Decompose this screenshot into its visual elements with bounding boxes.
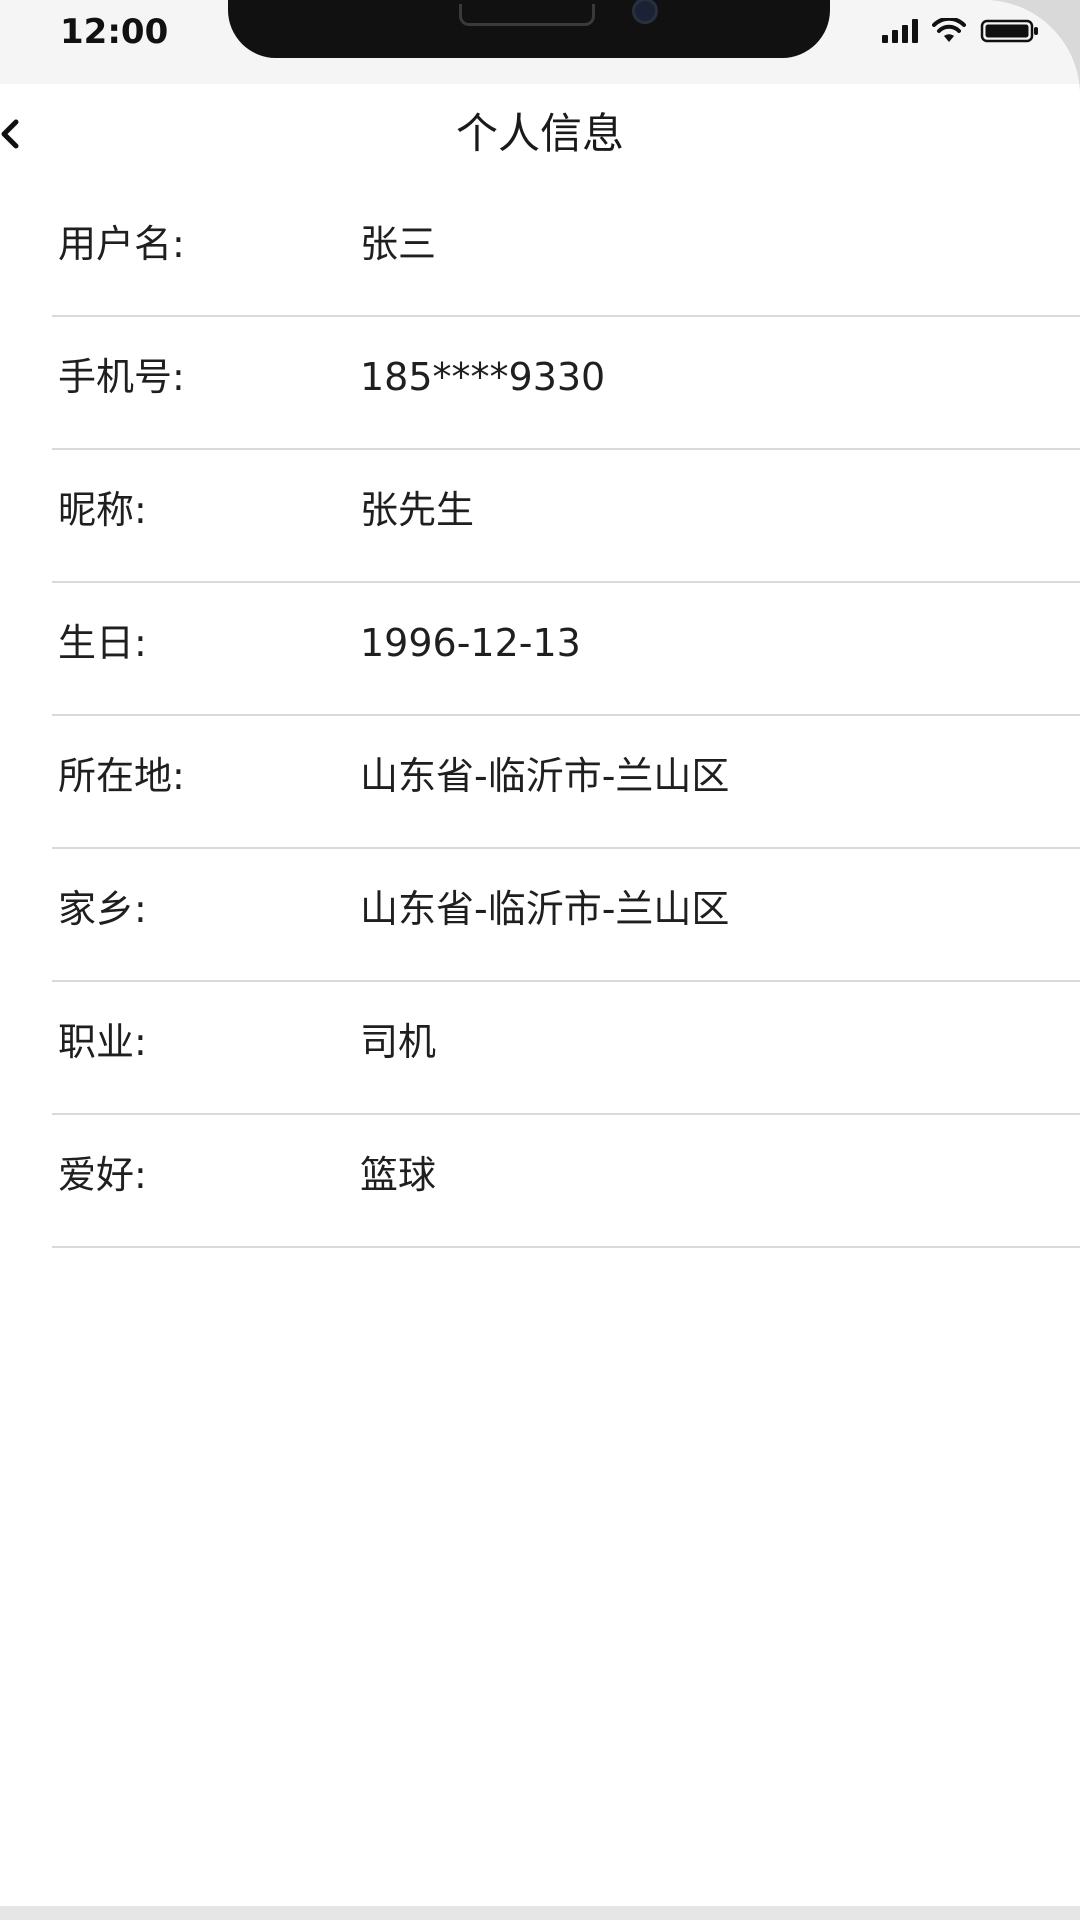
info-row-phone[interactable]: 手机号: 185****9330 <box>52 317 1080 450</box>
info-row-birthday[interactable]: 生日: 1996-12-13 <box>52 583 1080 716</box>
info-row-location[interactable]: 所在地: 山东省-临沂市-兰山区 <box>52 716 1080 849</box>
info-value: 山东省-临沂市-兰山区 <box>360 887 730 931</box>
info-label: 家乡: <box>58 887 147 931</box>
info-label: 所在地: <box>58 754 185 798</box>
status-time: 12:00 <box>60 12 169 52</box>
info-value: 1996-12-13 <box>360 621 581 665</box>
info-row-nickname[interactable]: 昵称: 张先生 <box>52 450 1080 583</box>
status-bar: 12:00 <box>0 0 1080 84</box>
camera-icon <box>632 0 658 24</box>
info-label: 生日: <box>58 621 147 665</box>
info-row-occupation[interactable]: 职业: 司机 <box>52 982 1080 1115</box>
info-label: 爱好: <box>58 1153 147 1197</box>
info-label: 用户名: <box>58 222 185 266</box>
info-row-username[interactable]: 用户名: 张三 <box>52 184 1080 317</box>
info-value: 张三 <box>360 222 437 266</box>
info-row-hobby[interactable]: 爱好: 篮球 <box>52 1115 1080 1248</box>
info-label: 职业: <box>58 1020 147 1064</box>
info-value: 篮球 <box>360 1153 437 1197</box>
bottom-edge <box>0 1906 1080 1920</box>
info-value: 司机 <box>360 1020 437 1064</box>
status-icons <box>882 18 1040 44</box>
signal-icon <box>882 19 918 43</box>
nav-header: 个人信息 <box>0 84 1080 184</box>
battery-icon <box>980 18 1040 44</box>
info-label: 昵称: <box>58 488 147 532</box>
info-label: 手机号: <box>58 355 185 399</box>
profile-info-list: 用户名: 张三 手机号: 185****9330 昵称: 张先生 生日: 199… <box>52 184 1080 1248</box>
info-row-hometown[interactable]: 家乡: 山东省-临沂市-兰山区 <box>52 849 1080 982</box>
speaker-icon <box>459 4 595 26</box>
info-value: 山东省-临沂市-兰山区 <box>360 754 730 798</box>
page-title: 个人信息 <box>455 109 624 158</box>
device-notch <box>228 0 830 58</box>
wifi-icon <box>932 18 966 44</box>
phone-screen: 12:00 个人信息 用户名: 张三 手机号: 185****9330 昵称: … <box>0 0 1080 1920</box>
info-value: 185****9330 <box>360 355 606 399</box>
info-value: 张先生 <box>360 488 475 532</box>
